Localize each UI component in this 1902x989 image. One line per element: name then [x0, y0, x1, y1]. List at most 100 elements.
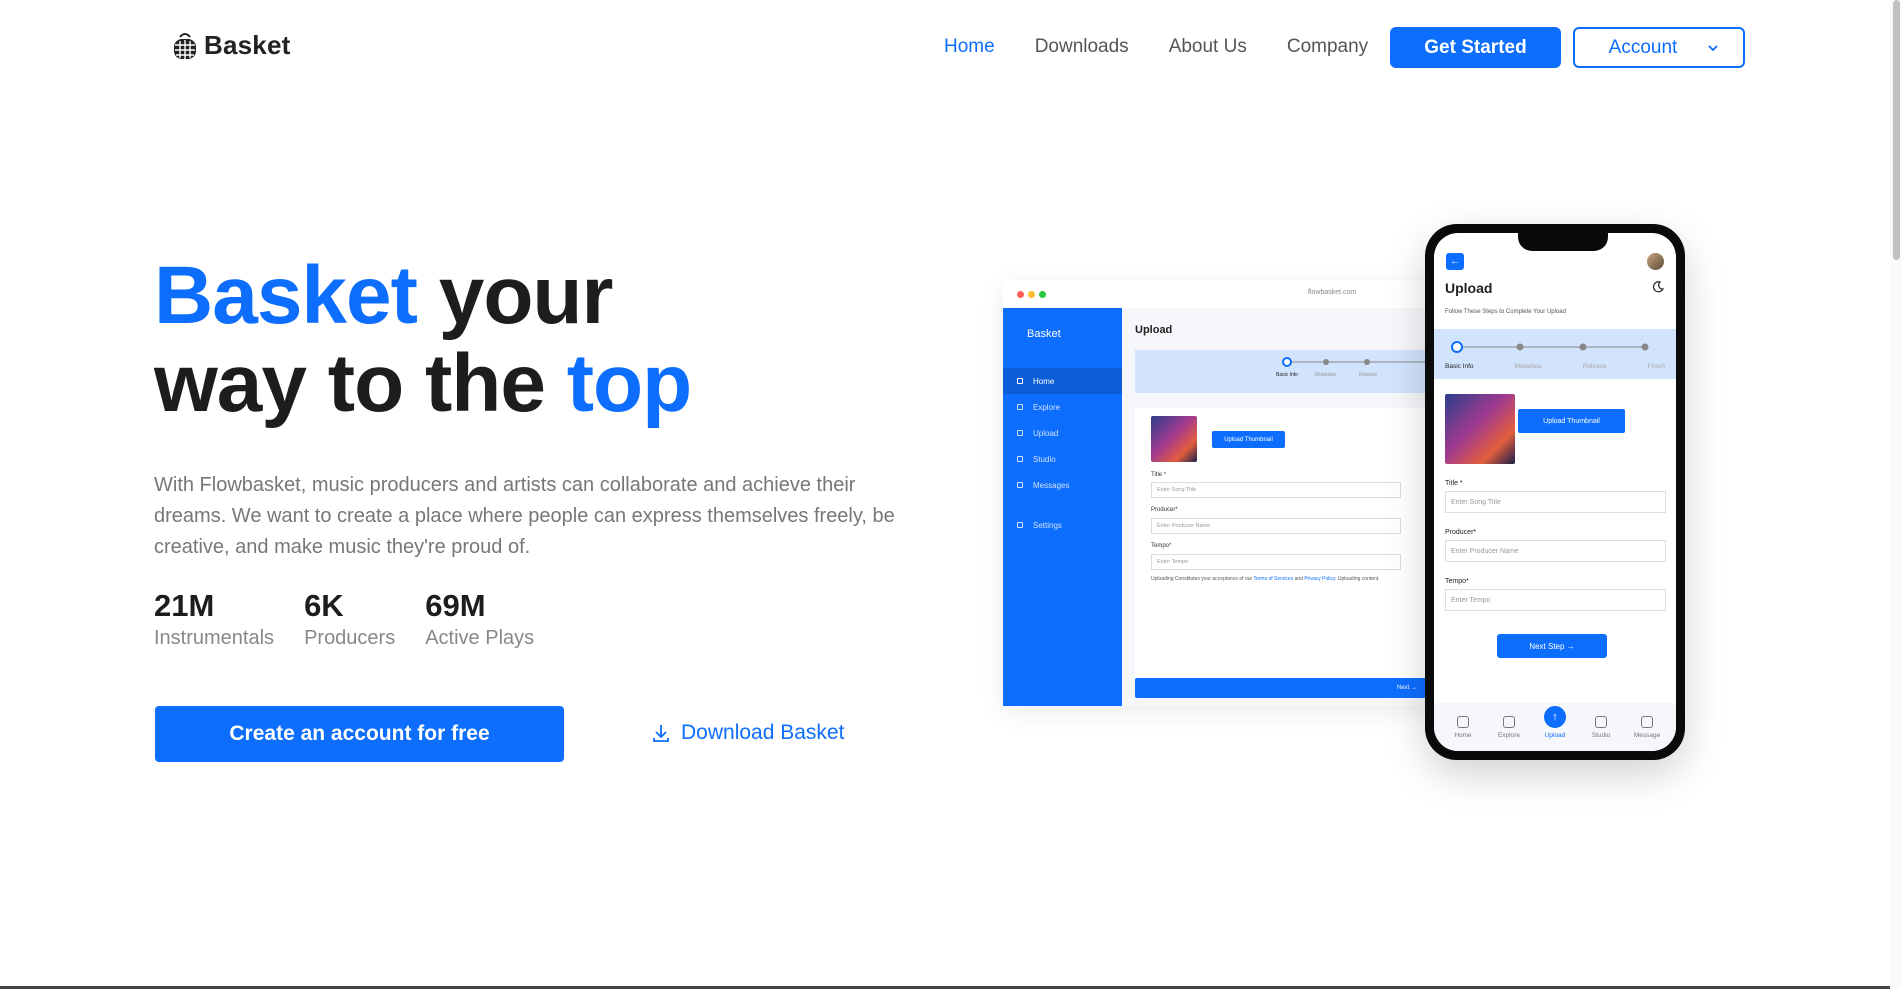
mock-upload-card: Upload Thumbnail Title * Enter Song Titl… — [1135, 408, 1433, 698]
download-label: Download Basket — [681, 721, 845, 744]
mock-sidebar-item-settings: Settings — [1003, 512, 1122, 538]
mock-privacy-link: Privacy Policy — [1304, 576, 1336, 582]
mock-brand: Basket — [1027, 328, 1061, 340]
stat-value: 6K — [304, 588, 344, 623]
mock-upload-thumbnail-button: Upload Thumbnail — [1212, 431, 1285, 448]
nav-downloads[interactable]: Downloads — [1035, 36, 1129, 58]
basket-logo-icon — [174, 32, 196, 59]
phone-tab-home: Home — [1443, 715, 1483, 739]
phone-upload-thumbnail-label: Upload Thumbnail — [1543, 417, 1600, 425]
mock-upload-thumbnail-label: Upload Thumbnail — [1224, 436, 1273, 443]
explore-icon — [1017, 404, 1023, 410]
download-icon — [653, 725, 669, 742]
top-nav: Basket Home Downloads About Us Company G… — [0, 0, 1902, 94]
nav-home[interactable]: Home — [944, 36, 995, 58]
phone-tab-explore: Explore — [1489, 715, 1529, 739]
phone-producer-input: Enter Producer Name — [1445, 540, 1666, 562]
stats-row: 21M Instrumentals 6K Producers 69M Activ… — [154, 588, 534, 652]
mock-terms-suffix: . Uploading content. — [1335, 576, 1380, 582]
phone-title-input: Enter Song Title — [1445, 491, 1666, 513]
phone-upload-thumbnail-button: Upload Thumbnail — [1518, 409, 1625, 433]
brand-logo[interactable]: Basket — [172, 30, 290, 61]
mock-stepper: Basic Info Metadata Release — [1135, 350, 1433, 393]
phone-tab-label: Message — [1633, 731, 1661, 739]
stat-label: Active Plays — [425, 627, 535, 649]
main-nav: Home Downloads About Us Company — [944, 36, 1368, 58]
phone-tab-label: Explore — [1497, 731, 1521, 739]
messages-icon — [1017, 482, 1023, 488]
account-dropdown-button[interactable]: Account — [1573, 27, 1745, 68]
mock-step-label: Release — [1359, 372, 1378, 378]
mock-sidebar-item-upload: Upload — [1003, 420, 1122, 446]
phone-tab-label: Studio — [1591, 731, 1611, 739]
get-started-button[interactable]: Get Started — [1390, 27, 1561, 68]
mock-terms-link: Terms of Services — [1253, 576, 1294, 582]
stepper-track-icon — [1451, 341, 1649, 353]
phone-subtitle: Follow These Steps to Complete Your Uplo… — [1445, 309, 1566, 315]
song-thumbnail — [1151, 416, 1197, 462]
mock-sidebar: Basket Home Explore Upload Studio Messag… — [1003, 308, 1122, 706]
desktop-app-mockup: flowbasket.com Basket Home Explore Uploa… — [1003, 280, 1433, 706]
song-thumbnail — [1445, 394, 1515, 464]
chevron-down-icon — [1708, 44, 1718, 51]
scrollbar-thumb[interactable] — [1893, 0, 1900, 260]
hero-description: With Flowbasket, music producers and art… — [154, 474, 895, 558]
phone-tab-bar: Home Explore ↑ Upload Studio Message — [1434, 703, 1676, 751]
stat-active-plays: 69M Active Plays — [425, 588, 534, 652]
mock-main: Upload Basic Info Metadata Release Uploa… — [1122, 308, 1433, 706]
window-maximize-dot — [1039, 290, 1046, 298]
phone-tempo-input: Enter Tempo — [1445, 589, 1666, 611]
stat-label: Producers — [304, 627, 396, 649]
mock-sidebar-label: Upload — [1033, 428, 1059, 438]
upload-icon: ↑ — [1544, 705, 1566, 728]
stat-value: 69M — [425, 588, 486, 623]
phone-step-labels: Basic Info Metadata Release Finish — [1445, 363, 1665, 370]
mock-sidebar-label: Settings — [1033, 520, 1062, 530]
phone-step-label: Finish — [1647, 363, 1665, 370]
window-minimize-dot — [1028, 290, 1035, 298]
studio-icon — [1595, 715, 1607, 728]
phone-app-mockup: ← Upload Follow These Steps to Complete … — [1425, 224, 1685, 760]
mock-tempo-input: Enter Tempo — [1151, 554, 1401, 570]
stat-value: 21M — [154, 588, 215, 623]
stat-instrumentals: 21M Instrumentals — [154, 588, 274, 652]
stat-label: Instrumentals — [154, 627, 275, 649]
studio-icon — [1017, 456, 1023, 462]
mock-field-label: Title * — [1151, 472, 1167, 478]
mock-terms-text: Uploading Constitutes your acceptance of… — [1151, 576, 1401, 583]
phone-tab-message: Message — [1627, 715, 1667, 739]
nav-company[interactable]: Company — [1287, 36, 1368, 58]
download-basket-link[interactable]: Download Basket — [651, 721, 844, 745]
browser-bar: flowbasket.com — [1003, 280, 1433, 308]
hero-title-brand: Basket — [154, 250, 418, 341]
mock-sidebar-label: Messages — [1033, 480, 1070, 490]
phone-tab-label: Home — [1454, 731, 1472, 739]
settings-icon — [1017, 522, 1023, 528]
phone-step-label: Release — [1582, 363, 1607, 370]
avatar — [1647, 253, 1664, 270]
account-label: Account — [1608, 36, 1678, 58]
phone-tab-upload: ↑ Upload — [1535, 705, 1575, 739]
mock-sidebar-label: Explore — [1033, 402, 1061, 412]
home-icon — [1017, 378, 1023, 384]
phone-page-title: Upload — [1445, 280, 1493, 296]
mock-producer-input: Enter Producer Name — [1151, 518, 1401, 534]
phone-next-step-button: Next Step → — [1497, 634, 1607, 658]
mock-title-input: Enter Song Title — [1151, 482, 1401, 498]
mock-field-label: Tempo* — [1151, 543, 1172, 549]
brand-name: Basket — [204, 30, 291, 60]
hero-title-text-1: your — [416, 250, 614, 341]
page-scrollbar[interactable] — [1890, 0, 1902, 989]
mock-sidebar-label: Studio — [1033, 454, 1056, 464]
mock-terms-and: and — [1293, 576, 1305, 582]
moon-icon — [1652, 281, 1664, 293]
mock-sidebar-item-messages: Messages — [1003, 472, 1122, 498]
stat-producers: 6K Producers — [304, 588, 395, 652]
phone-tab-label: Upload — [1544, 731, 1566, 739]
create-account-button[interactable]: Create an account for free — [155, 706, 564, 762]
window-close-dot — [1017, 290, 1024, 298]
mock-sidebar-item-studio: Studio — [1003, 446, 1122, 472]
home-icon — [1457, 715, 1469, 728]
phone-field-label: Producer* — [1445, 529, 1477, 536]
nav-about-us[interactable]: About Us — [1169, 36, 1247, 58]
